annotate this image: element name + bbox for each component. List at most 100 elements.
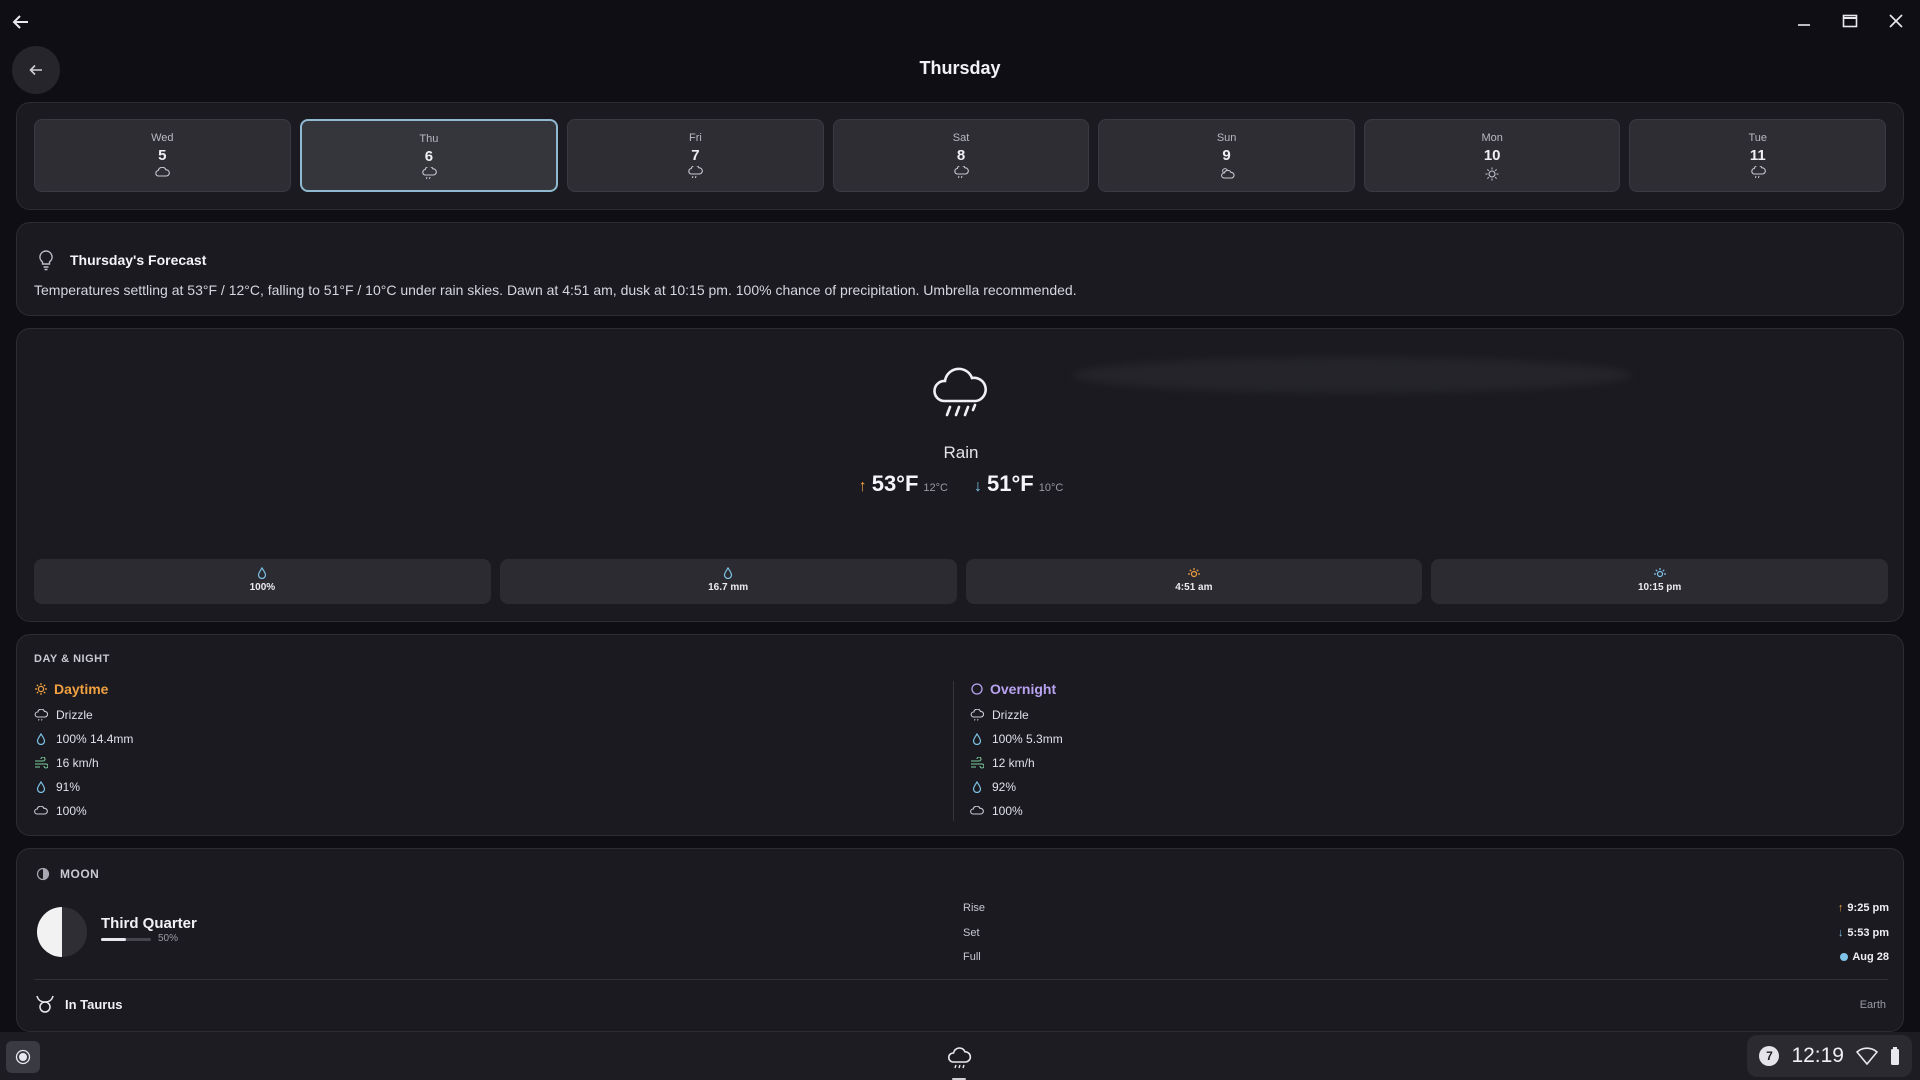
zodiac-sign: In Taurus — [65, 996, 123, 1012]
weather-app-icon — [947, 1047, 972, 1069]
full-moon-dot-icon — [1840, 953, 1849, 961]
day-date: 8 — [956, 147, 966, 164]
close-button[interactable] — [1880, 6, 1912, 36]
arrow-down-icon: ↓ — [1837, 927, 1844, 939]
day-tab-thu[interactable]: Thu 6 — [299, 119, 559, 192]
arrow-down-icon: ↓ — [974, 478, 982, 495]
day-tab-sun[interactable]: Sun 9 — [1098, 119, 1355, 192]
overnight-wind: 12 km/h — [992, 756, 1035, 770]
page-title: Thursday — [919, 58, 1001, 78]
moonrise-row: Rise ↑ 9:25 pm — [963, 902, 1889, 914]
day-name: Thu — [419, 133, 439, 145]
daytime-wind: 16 km/h — [56, 756, 99, 770]
precip-amount-stat: 16.7 mm — [499, 559, 957, 604]
rain-icon — [1750, 164, 1766, 185]
launcher-button[interactable] — [6, 1041, 40, 1073]
cloud-icon — [34, 806, 48, 816]
overnight-cloud: 100% — [992, 804, 1023, 818]
current-conditions-card: Rain ↑ 53°F 12°C ↓ 51°F 10°C 100% 16.7 m… — [16, 328, 1904, 622]
daytime-title: Daytime — [54, 681, 109, 697]
overnight-precip: 100% 5.3mm — [992, 732, 1063, 746]
rain-icon — [687, 164, 704, 185]
droplet-icon — [34, 733, 48, 745]
arrow-up-icon: ↑ — [1837, 902, 1844, 914]
droplet-icon — [258, 567, 267, 579]
day-name: Mon — [1481, 132, 1503, 144]
minimize-icon — [1798, 24, 1810, 26]
day-date: 7 — [691, 147, 700, 164]
rain-icon — [953, 164, 969, 185]
forecast-title: Thursday's Forecast — [70, 252, 207, 268]
overnight-title: Overnight — [990, 681, 1057, 697]
wind-icon — [970, 757, 984, 769]
notification-badge[interactable]: 7 — [1759, 1046, 1780, 1066]
arrow-left-icon — [12, 15, 28, 29]
rain-icon — [421, 165, 437, 186]
day-name: Tue — [1748, 132, 1768, 144]
clock: 12:19 — [1791, 1044, 1844, 1067]
taskbar: 7 12:19 — [0, 1032, 1920, 1080]
minimize-button[interactable] — [1788, 6, 1820, 36]
stats-row: 100% 16.7 mm 4:51 am 10:15 pm — [34, 559, 1888, 604]
moon-phase-disc — [37, 907, 87, 957]
moon-phase-icon — [36, 867, 50, 881]
day-tab-wed[interactable]: Wed 5 — [34, 119, 291, 192]
high-temp-f: 53°F — [871, 471, 919, 496]
drizzle-icon — [970, 709, 984, 721]
overnight-column: Overnight Drizzle 100% 5.3mm 12 km/h 92%… — [953, 681, 1873, 821]
day-date: 9 — [1222, 147, 1231, 164]
daytime-condition: Drizzle — [56, 708, 93, 722]
illumination-bar — [101, 938, 151, 941]
taurus-icon — [36, 995, 54, 1013]
sunset-icon — [1653, 568, 1666, 578]
day-date: 6 — [424, 148, 434, 165]
lightbulb-icon — [39, 250, 53, 271]
wind-icon — [34, 757, 48, 769]
overnight-humidity: 92% — [992, 780, 1017, 794]
zodiac-element: Earth — [1859, 999, 1886, 1011]
sunrise-icon — [1187, 568, 1200, 578]
daytime-humidity: 91% — [56, 780, 81, 794]
day-tab-tue[interactable]: Tue 11 — [1629, 119, 1887, 192]
day-date: 5 — [158, 147, 167, 164]
illumination-percent: 50% — [158, 933, 179, 944]
moon-card: MOON Third Quarter 50% Rise ↑ 9:25 pm Set… — [16, 848, 1904, 1032]
day-name: Fri — [689, 132, 702, 144]
high-temp-c: 12°C — [923, 482, 948, 494]
partly-cloudy-icon — [1219, 166, 1235, 185]
arrow-up-icon: ↑ — [858, 478, 867, 495]
system-tray[interactable]: 7 12:19 — [1747, 1035, 1912, 1077]
sunset-stat: 10:15 pm — [1431, 559, 1888, 604]
cloud-icon — [154, 166, 171, 184]
day-tab-fri[interactable]: Fri 7 — [567, 119, 824, 192]
close-icon — [1889, 14, 1903, 28]
day-selector: Wed 5 Thu 6 Fri 7 Sat 8 Sun 9 Mon 10 Tue 11 — [16, 102, 1904, 210]
daytime-precip: 100% 14.4mm — [56, 732, 134, 746]
window-back-button[interactable] — [8, 9, 34, 35]
full-moon-row: Full Aug 28 — [963, 951, 1889, 963]
maximize-button[interactable] — [1834, 6, 1866, 36]
moon-section-label: MOON — [60, 867, 100, 881]
moonset-row: Set ↓ 5:53 pm — [963, 927, 1889, 939]
day-date: 11 — [1749, 147, 1766, 164]
daytime-column: Daytime Drizzle 100% 14.4mm 16 km/h 91% … — [34, 681, 954, 823]
window-titlebar — [0, 0, 1920, 42]
droplet-icon — [724, 567, 733, 579]
day-date: 10 — [1483, 147, 1501, 164]
moonrise-time: 9:25 pm — [1847, 902, 1889, 914]
launcher-icon — [15, 1049, 31, 1065]
day-tab-mon[interactable]: Mon 10 — [1363, 119, 1621, 192]
maximize-icon — [1842, 14, 1858, 28]
droplet-icon — [970, 733, 984, 745]
day-name: Sun — [1216, 132, 1237, 144]
day-night-card: DAY & NIGHT Daytime Drizzle 100% 14.4mm … — [16, 634, 1904, 836]
full-moon-date: Aug 28 — [1852, 951, 1889, 963]
zodiac-row: In Taurus — [35, 994, 123, 1014]
condition-label: Rain — [943, 443, 979, 462]
precip-chance-stat: 100% — [34, 559, 491, 604]
humidity-icon — [34, 781, 48, 793]
wifi-icon — [1856, 1047, 1878, 1065]
day-tab-sat[interactable]: Sat 8 — [832, 119, 1090, 192]
weather-app-taskbar-button[interactable] — [940, 1039, 978, 1080]
forecast-text: Temperatures settling at 53°F / 12°C, fa… — [34, 282, 1077, 298]
